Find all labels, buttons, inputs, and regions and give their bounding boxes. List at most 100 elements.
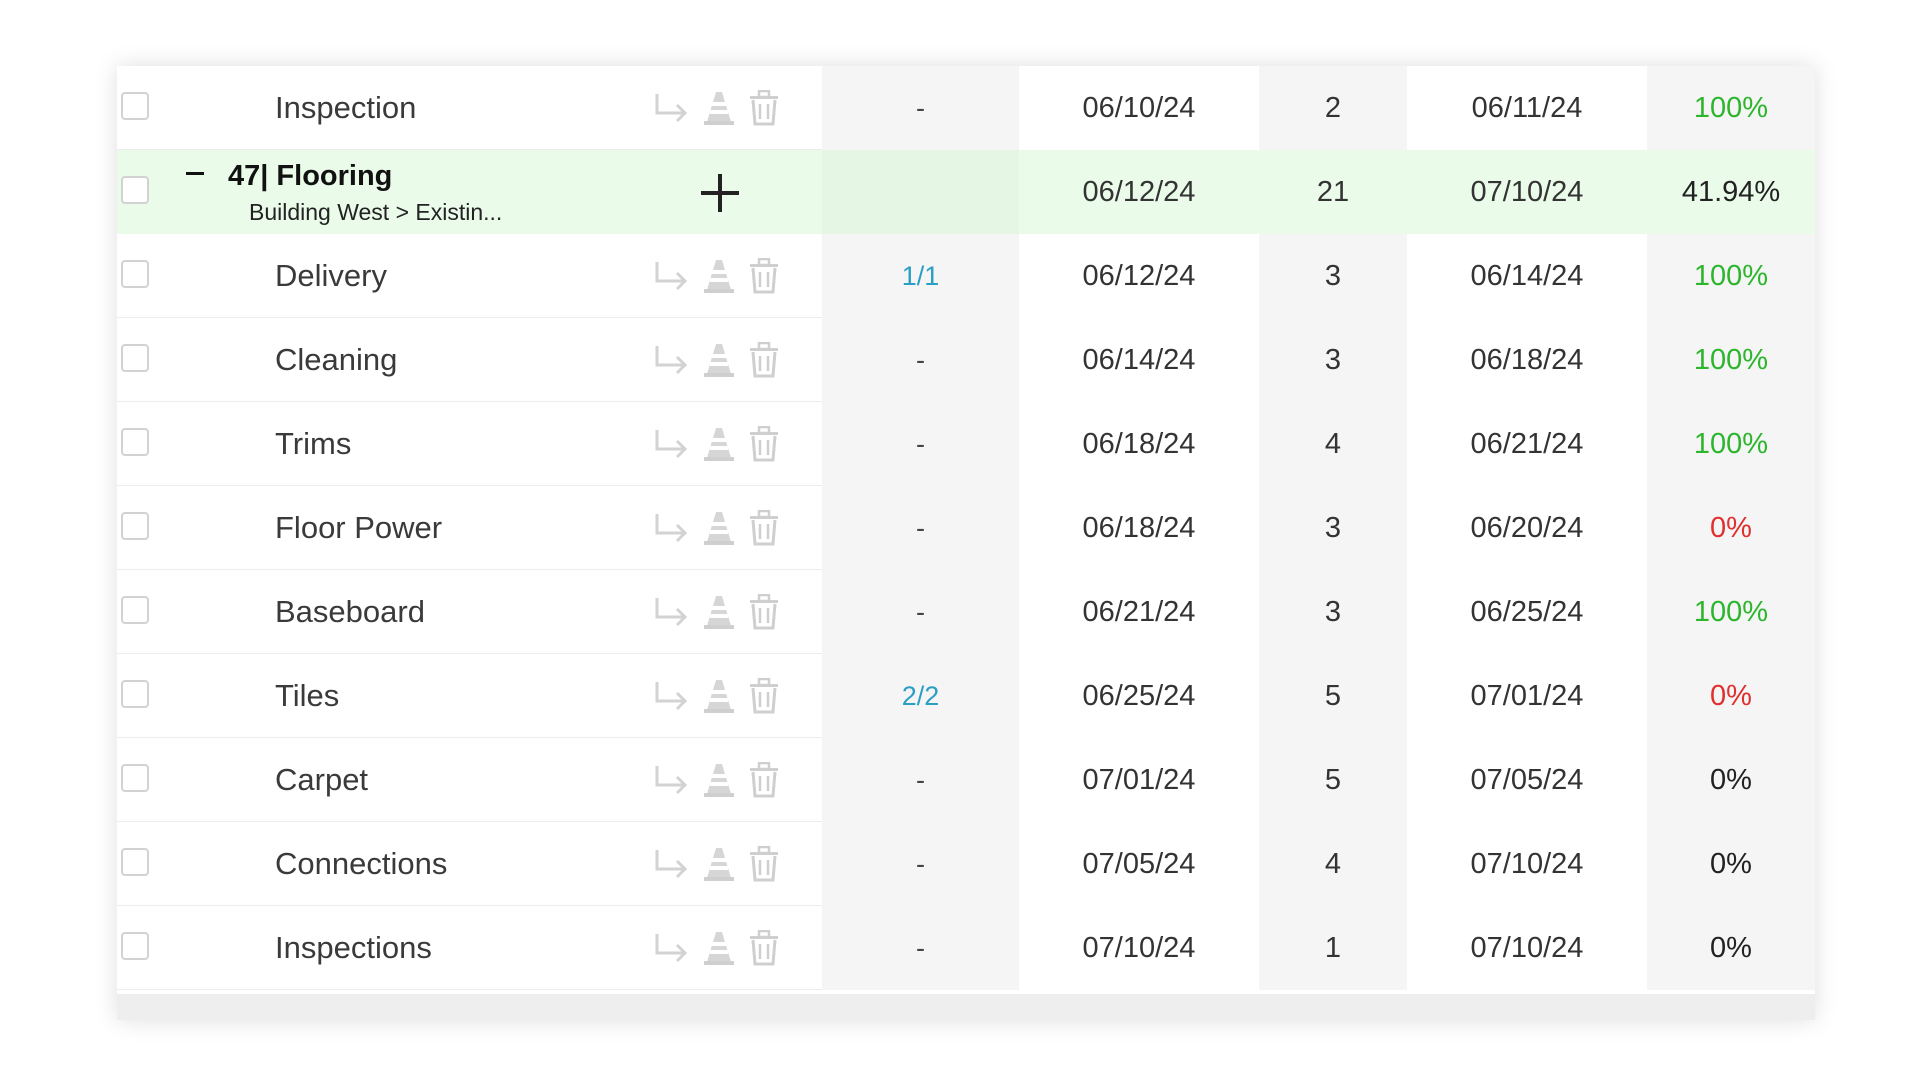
table-row[interactable]: Inspection -06/10/24 2 06/11/24 100% (117, 66, 1815, 150)
duration[interactable]: 1 (1259, 906, 1407, 990)
row-checkbox[interactable] (121, 764, 149, 792)
horizontal-scrollbar[interactable] (117, 994, 1815, 1020)
start-date[interactable]: 07/01/24 (1019, 738, 1259, 822)
task-name[interactable]: Cleaning (275, 318, 397, 402)
task-name[interactable]: Delivery (275, 234, 387, 318)
group-row[interactable]: 47| Flooring Building West > Existin... 06… (117, 150, 1815, 234)
indent-arrow-icon[interactable] (652, 511, 690, 545)
indent-arrow-icon[interactable] (652, 343, 690, 377)
trash-icon[interactable] (748, 594, 780, 630)
duration[interactable]: 5 (1259, 654, 1407, 738)
table-row[interactable]: Carpet -07/01/24 5 07/05/24 0% (117, 738, 1815, 822)
row-checkbox[interactable] (121, 848, 149, 876)
start-date[interactable]: 06/18/24 (1019, 402, 1259, 486)
end-date[interactable]: 07/10/24 (1407, 822, 1647, 906)
end-date[interactable]: 06/18/24 (1407, 318, 1647, 402)
percent-complete[interactable]: 100% (1647, 318, 1815, 402)
end-date[interactable]: 06/25/24 (1407, 570, 1647, 654)
start-date[interactable]: 06/18/24 (1019, 486, 1259, 570)
duration[interactable]: 3 (1259, 318, 1407, 402)
duration[interactable]: 4 (1259, 822, 1407, 906)
cone-icon[interactable] (702, 930, 736, 966)
trash-icon[interactable] (748, 846, 780, 882)
task-name[interactable]: Connections (275, 822, 447, 906)
task-name[interactable]: Baseboard (275, 570, 425, 654)
row-checkbox[interactable] (121, 176, 149, 204)
duration[interactable]: 2 (1259, 66, 1407, 150)
task-name[interactable]: Trims (275, 402, 351, 486)
duration[interactable]: 4 (1259, 402, 1407, 486)
cone-icon[interactable] (702, 426, 736, 462)
end-date[interactable]: 06/21/24 (1407, 402, 1647, 486)
percent-complete[interactable]: 100% (1647, 66, 1815, 150)
row-checkbox[interactable] (121, 680, 149, 708)
duration[interactable]: 3 (1259, 234, 1407, 318)
table-row[interactable]: Cleaning -06/14/24 3 06/18/24 100% (117, 318, 1815, 402)
cone-icon[interactable] (702, 90, 736, 126)
cone-icon[interactable] (702, 594, 736, 630)
row-checkbox[interactable] (121, 344, 149, 372)
indent-arrow-icon[interactable] (652, 679, 690, 713)
indent-arrow-icon[interactable] (652, 427, 690, 461)
cone-icon[interactable] (702, 762, 736, 798)
duration[interactable]: 21 (1259, 150, 1407, 234)
group-title[interactable]: 47| Flooring (228, 160, 392, 193)
row-checkbox[interactable] (121, 932, 149, 960)
indent-arrow-icon[interactable] (652, 847, 690, 881)
indent-arrow-icon[interactable] (652, 91, 690, 125)
subtask-count[interactable]: 2/2 (822, 654, 1019, 738)
percent-complete[interactable]: 0% (1647, 738, 1815, 822)
percent-complete[interactable]: 100% (1647, 402, 1815, 486)
duration[interactable]: 3 (1259, 570, 1407, 654)
indent-arrow-icon[interactable] (652, 763, 690, 797)
start-date[interactable]: 07/05/24 (1019, 822, 1259, 906)
start-date[interactable]: 06/10/24 (1019, 66, 1259, 150)
subtask-count[interactable]: 1/1 (822, 234, 1019, 318)
percent-complete[interactable]: 41.94% (1647, 150, 1815, 234)
start-date[interactable]: 06/12/24 (1019, 234, 1259, 318)
table-row[interactable]: Floor Power -06/18/24 3 06/20/24 0% (117, 486, 1815, 570)
trash-icon[interactable] (748, 342, 780, 378)
trash-icon[interactable] (748, 930, 780, 966)
indent-arrow-icon[interactable] (652, 595, 690, 629)
start-date[interactable]: 07/10/24 (1019, 906, 1259, 990)
plus-icon[interactable] (701, 174, 739, 212)
task-name[interactable]: Inspection (275, 66, 416, 150)
indent-arrow-icon[interactable] (652, 259, 690, 293)
end-date[interactable]: 07/10/24 (1407, 906, 1647, 990)
end-date[interactable]: 06/14/24 (1407, 234, 1647, 318)
start-date[interactable]: 06/14/24 (1019, 318, 1259, 402)
end-date[interactable]: 07/10/24 (1407, 150, 1647, 234)
row-checkbox[interactable] (121, 260, 149, 288)
percent-complete[interactable]: 0% (1647, 906, 1815, 990)
trash-icon[interactable] (748, 510, 780, 546)
task-name[interactable]: Tiles (275, 654, 339, 738)
duration[interactable]: 3 (1259, 486, 1407, 570)
end-date[interactable]: 07/05/24 (1407, 738, 1647, 822)
task-name[interactable]: Carpet (275, 738, 368, 822)
start-date[interactable]: 06/12/24 (1019, 150, 1259, 234)
task-name[interactable]: Inspections (275, 906, 432, 990)
percent-complete[interactable]: 0% (1647, 486, 1815, 570)
table-row[interactable]: Tiles 2/2 06/25/24 5 07/01/24 0% (117, 654, 1815, 738)
duration[interactable]: 5 (1259, 738, 1407, 822)
percent-complete[interactable]: 0% (1647, 654, 1815, 738)
table-row[interactable]: Delivery 1/1 06/12/24 3 06/14/24 100% (117, 234, 1815, 318)
end-date[interactable]: 06/11/24 (1407, 66, 1647, 150)
percent-complete[interactable]: 100% (1647, 570, 1815, 654)
table-row[interactable]: Baseboard -06/21/24 3 06/25/24 100% (117, 570, 1815, 654)
cone-icon[interactable] (702, 846, 736, 882)
start-date[interactable]: 06/25/24 (1019, 654, 1259, 738)
cone-icon[interactable] (702, 258, 736, 294)
table-row[interactable]: Trims -06/18/24 4 06/21/24 100% (117, 402, 1815, 486)
trash-icon[interactable] (748, 258, 780, 294)
cone-icon[interactable] (702, 342, 736, 378)
trash-icon[interactable] (748, 426, 780, 462)
trash-icon[interactable] (748, 678, 780, 714)
end-date[interactable]: 06/20/24 (1407, 486, 1647, 570)
percent-complete[interactable]: 0% (1647, 822, 1815, 906)
indent-arrow-icon[interactable] (652, 931, 690, 965)
row-checkbox[interactable] (121, 92, 149, 120)
trash-icon[interactable] (748, 90, 780, 126)
task-name[interactable]: Floor Power (275, 486, 442, 570)
